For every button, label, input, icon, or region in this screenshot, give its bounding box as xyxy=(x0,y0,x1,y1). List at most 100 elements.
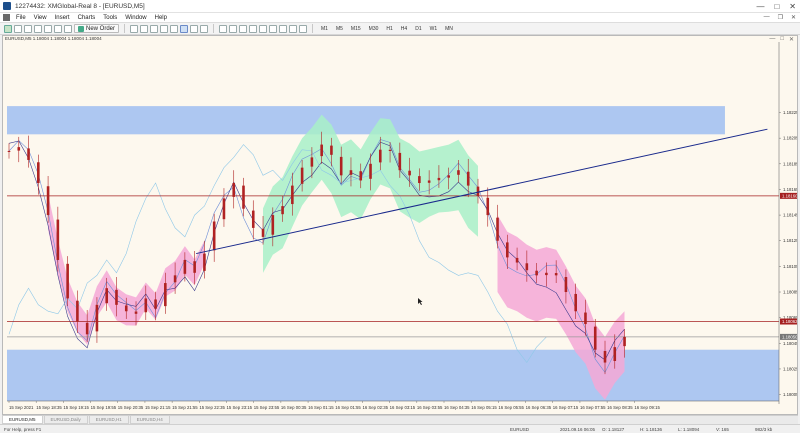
new-chart-icon[interactable] xyxy=(4,24,12,33)
minimize-button[interactable]: — xyxy=(756,2,764,11)
candle-body xyxy=(398,152,402,171)
indicators-icon[interactable] xyxy=(180,24,189,33)
time-tick-label: 16 Sep 01:15 xyxy=(308,405,334,410)
time-tick-label: 16 Sep 05:15 xyxy=(471,405,497,410)
price-chart[interactable]: 1.18225 1.18205 1.18185 1.18165 1.18145 1.181… xyxy=(3,36,797,414)
candle-body xyxy=(115,289,118,305)
candle-body xyxy=(17,147,21,151)
text-tool-icon[interactable] xyxy=(289,24,298,33)
tab-eurusd-daily[interactable]: EURUSD,Daily xyxy=(43,416,88,424)
templates-icon[interactable] xyxy=(200,24,209,33)
candle-body xyxy=(154,299,157,309)
mdi-minimize-button[interactable]: — xyxy=(764,14,770,21)
price-tick-label: 1.18025 xyxy=(783,366,797,371)
chart-shift-icon[interactable] xyxy=(170,24,179,33)
timeframe-w1[interactable]: W1 xyxy=(430,26,438,32)
candle-body xyxy=(37,162,40,184)
time-tick-label: 16 Sep 00:35 xyxy=(281,405,307,410)
status-help: For Help, press F1 xyxy=(4,426,42,432)
time-tick-label: 16 Sep 07:55 xyxy=(580,405,606,410)
chart-window-icon[interactable] xyxy=(3,14,10,21)
status-symbol: EURUSD xyxy=(510,426,530,432)
candle-body xyxy=(124,305,128,312)
menu-view[interactable]: View xyxy=(34,15,47,21)
timeframe-m15[interactable]: M15 xyxy=(351,26,361,32)
navigator-icon[interactable] xyxy=(44,24,52,33)
timeframe-m30[interactable]: M30 xyxy=(369,26,379,32)
time-tick-label: 15 Sep 23:55 xyxy=(254,405,280,410)
time-tick-label: 16 Sep 09:15 xyxy=(634,405,660,410)
autoscroll-icon[interactable] xyxy=(160,24,169,33)
candle-body xyxy=(291,185,294,205)
vertical-line-icon[interactable] xyxy=(239,24,248,33)
strategy-tester-icon[interactable] xyxy=(64,24,72,33)
timeframe-m1[interactable]: M1 xyxy=(321,26,328,32)
window-title: 12274432: XMGlobal-Real 8 - [EURUSD,M5] xyxy=(15,2,145,10)
candle-body xyxy=(535,270,538,276)
data-window-icon[interactable] xyxy=(34,24,42,33)
mdi-close-button[interactable]: ✕ xyxy=(791,14,796,21)
candle-body xyxy=(251,210,255,228)
timeframe-m5[interactable]: M5 xyxy=(336,26,343,32)
candle-body xyxy=(203,253,206,271)
toolbar: New Order M1 M5 M15 M30 H1 H4 D1 W1 MN xyxy=(0,23,800,35)
price-tick-label: 1.18225 xyxy=(783,110,797,115)
chart-minimize-button[interactable]: — xyxy=(769,36,775,43)
menu-insert[interactable]: Insert xyxy=(55,15,70,21)
status-high: H: 1.18136 xyxy=(640,426,663,432)
candle-body xyxy=(584,312,587,325)
market-watch-icon[interactable] xyxy=(24,24,32,33)
time-tick-label: 15 Sep 22:35 xyxy=(199,405,225,410)
horizontal-line-icon[interactable] xyxy=(249,24,258,33)
menu-charts[interactable]: Charts xyxy=(78,15,96,21)
cursor-icon[interactable] xyxy=(219,24,228,33)
timeframe-d1[interactable]: D1 xyxy=(415,26,421,32)
candle-body xyxy=(447,175,450,178)
candle-body xyxy=(339,156,343,176)
trendline-icon[interactable] xyxy=(259,24,268,33)
zoom-in-icon[interactable] xyxy=(130,24,139,33)
new-order-button[interactable]: New Order xyxy=(74,24,120,33)
maximize-button[interactable]: □ xyxy=(774,2,779,11)
candle-body xyxy=(623,336,626,347)
tab-eurusd-h1[interactable]: EURUSD,H1 xyxy=(88,416,129,424)
candle-body xyxy=(7,150,11,152)
menu-window[interactable]: Window xyxy=(125,15,146,21)
menu-help[interactable]: Help xyxy=(155,15,167,21)
chart-close-button[interactable]: ✕ xyxy=(789,36,794,43)
candle-body xyxy=(427,180,431,183)
candle-body xyxy=(564,277,568,293)
close-button[interactable]: ✕ xyxy=(789,2,796,11)
crosshair-icon[interactable] xyxy=(229,24,238,33)
time-tick-label: 15 Sep 2021 xyxy=(9,405,34,410)
profiles-icon[interactable] xyxy=(14,24,22,33)
toolbar-separator xyxy=(312,24,314,33)
tab-eurusd-h4[interactable]: EURUSD,H4 xyxy=(129,416,170,424)
timeframe-mn[interactable]: MN xyxy=(445,26,453,32)
fibonacci-icon[interactable] xyxy=(279,24,288,33)
zoom-out-icon[interactable] xyxy=(140,24,149,33)
tab-eurusd-m5[interactable]: EURUSD,M5 xyxy=(2,416,43,424)
time-tick-label: 15 Sep 21:55 xyxy=(172,405,198,410)
tile-windows-icon[interactable] xyxy=(150,24,159,33)
chart-maximize-button[interactable]: □ xyxy=(780,36,784,43)
periods-icon[interactable] xyxy=(190,24,199,33)
menu-file[interactable]: File xyxy=(16,15,26,21)
chart-window[interactable]: 1.18225 1.18205 1.18185 1.18165 1.18145 1.181… xyxy=(2,35,798,415)
time-tick-label: 16 Sep 01:55 xyxy=(335,405,361,410)
candle-body xyxy=(105,288,109,304)
time-tick-label: 16 Sep 06:35 xyxy=(526,405,552,410)
mdi-restore-button[interactable]: ❐ xyxy=(778,14,783,21)
candle-body xyxy=(593,326,597,350)
timeframe-h4[interactable]: H4 xyxy=(401,26,407,32)
candle-body xyxy=(271,215,275,235)
channel-icon[interactable] xyxy=(269,24,278,33)
candle-body xyxy=(369,163,372,179)
candle-body xyxy=(603,350,607,363)
price-tick-label: 1.18085 xyxy=(783,290,797,295)
menu-tools[interactable]: Tools xyxy=(103,15,117,21)
arrows-icon[interactable] xyxy=(299,24,308,33)
terminal-icon[interactable] xyxy=(54,24,62,33)
timeframe-h1[interactable]: H1 xyxy=(386,26,392,32)
candle-body xyxy=(281,206,284,215)
